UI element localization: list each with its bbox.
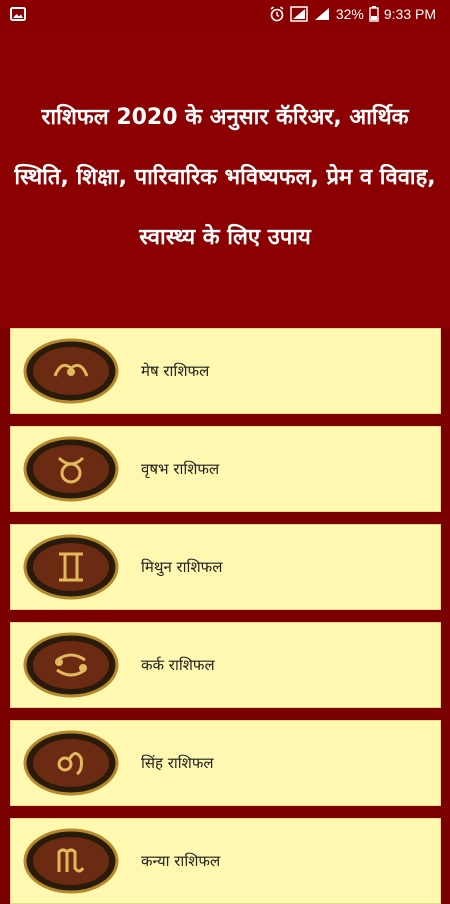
leo-icon <box>23 730 119 796</box>
list-item-label: कन्या राशिफल <box>141 852 221 870</box>
list-item-kark[interactable]: कर्क राशिफल <box>10 622 441 708</box>
battery-percent: 32% <box>335 6 364 22</box>
list-item-singh[interactable]: सिंह राशिफल <box>10 720 441 806</box>
list-item-mithun[interactable]: मिथुन राशिफल <box>10 524 441 610</box>
virgo-icon <box>23 828 119 894</box>
list-item-label: मिथुन राशिफल <box>141 558 223 576</box>
list-item-mesh[interactable]: मेष राशिफल <box>10 328 441 414</box>
gemini-icon <box>23 534 119 600</box>
list-item-kanya[interactable]: कन्या राशिफल <box>10 818 441 904</box>
list-item-label: सिंह राशिफल <box>141 754 214 772</box>
list-item-label: मेष राशिफल <box>141 362 210 380</box>
clock: 9:33 PM <box>383 6 436 22</box>
list-item-label: कर्क राशिफल <box>141 656 215 674</box>
status-bar: 32% 9:33 PM <box>0 0 450 28</box>
page-title: राशिफल 2020 के अनुसार कॅरिअर, आर्थिक स्थ… <box>14 105 436 250</box>
image-icon <box>10 7 26 21</box>
taurus-icon <box>23 436 119 502</box>
list-item-vrishabh[interactable]: वृषभ राशिफल <box>10 426 441 512</box>
signal-icon <box>313 6 331 22</box>
cancer-icon <box>23 632 119 698</box>
header: राशिफल 2020 के अनुसार कॅरिअर, आर्थिक स्थ… <box>0 28 450 328</box>
battery-icon <box>369 6 379 22</box>
alarm-icon <box>269 6 285 22</box>
aries-icon <box>23 338 119 404</box>
list-item-label: वृषभ राशिफल <box>141 460 220 478</box>
data-icon <box>290 6 308 22</box>
